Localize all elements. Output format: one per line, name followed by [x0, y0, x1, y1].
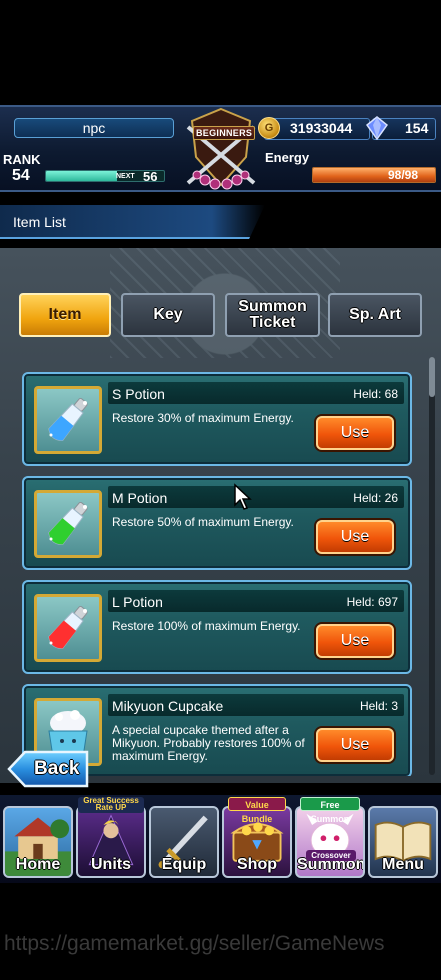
item-description: Restore 30% of maximum Energy. [112, 411, 294, 425]
nav-units[interactable]: Units [76, 806, 146, 878]
use-button[interactable]: Use [316, 624, 394, 658]
nav-menu[interactable]: Menu [368, 806, 438, 878]
gem-value: 154 [405, 120, 429, 136]
item-held-count: Held: 68 [353, 387, 398, 401]
nav-label: Units [91, 856, 131, 873]
exp-bar-fill [46, 171, 117, 181]
item-name: Mikyuon Cupcake [112, 698, 224, 714]
item-description: Restore 100% of maximum Energy. [112, 619, 301, 633]
mouse-cursor-icon [234, 483, 252, 510]
nav-label: Menu [382, 856, 424, 873]
item-name: L Potion [112, 594, 163, 610]
summon-crossover-badge: Crossover [306, 850, 356, 861]
scroll-thumb[interactable] [429, 357, 435, 397]
tab-summon-ticket[interactable]: Summon Ticket [225, 293, 320, 337]
tab-item[interactable]: Item [19, 293, 111, 337]
item-card-m-potion: M Potion Held: 26 Restore 50% of maximum… [22, 476, 412, 570]
item-held-count: Held: 697 [346, 595, 398, 609]
summon-promo-badge: Free Summon [300, 797, 360, 824]
gil-coin-icon: G [258, 117, 280, 139]
beginners-emblem-icon[interactable] [180, 107, 262, 191]
watermark-text: https://gamemarket.gg/seller/GameNews [4, 932, 385, 955]
shop-promo-badge: Value Bundle [228, 797, 286, 824]
item-icon-frame [34, 490, 102, 558]
units-promo-badge: Great Success Rate UP [78, 797, 144, 813]
item-card-l-potion: L Potion Held: 697 Restore 100% of maxim… [22, 580, 412, 674]
item-held-count: Held: 3 [359, 699, 398, 713]
item-icon-frame [34, 386, 102, 454]
tab-sp-art[interactable]: Sp. Art [328, 293, 422, 337]
nav-label: Home [15, 856, 61, 873]
back-label: Back [34, 758, 80, 779]
next-label: NEXT [116, 173, 135, 180]
page-title: Item List [13, 214, 66, 230]
use-button[interactable]: Use [316, 728, 394, 762]
energy-label: Energy [265, 150, 310, 165]
blue-potion-icon [48, 397, 88, 441]
item-card-s-potion: S Potion Held: 68 Restore 30% of maximum… [22, 372, 412, 466]
list-scrollbar[interactable] [429, 357, 435, 775]
energy-value: 98/98 [388, 168, 419, 182]
item-name: S Potion [112, 386, 165, 402]
tab-key[interactable]: Key [121, 293, 215, 337]
item-name: M Potion [112, 490, 168, 506]
nav-label: Equip [161, 856, 207, 873]
game-screen: npc RANK 54 NEXT 56 BEGINNERS G 31933044… [0, 0, 441, 980]
red-potion-icon [48, 605, 88, 649]
gil-value: 31933044 [290, 120, 353, 136]
rank-label: RANK [3, 152, 41, 167]
use-button[interactable]: Use [316, 416, 394, 450]
item-description: A special cupcake themed after a Mikyuon… [112, 723, 305, 763]
nav-equip[interactable]: Equip [149, 806, 219, 878]
item-icon-frame [34, 594, 102, 662]
green-potion-icon [48, 501, 88, 545]
item-held-count: Held: 26 [353, 491, 398, 505]
use-button[interactable]: Use [316, 520, 394, 554]
emblem-label: BEGINNERS [193, 126, 256, 140]
nav-home[interactable]: Home [3, 806, 73, 878]
lapis-gem-icon [366, 116, 388, 140]
item-list: S Potion Held: 68 Restore 30% of maximum… [18, 362, 416, 776]
nav-label: Shop [237, 856, 277, 873]
item-description: Restore 50% of maximum Energy. [112, 515, 294, 529]
rank-value: 54 [12, 167, 30, 184]
next-value: 56 [143, 169, 158, 184]
player-name[interactable]: npc [14, 118, 174, 138]
